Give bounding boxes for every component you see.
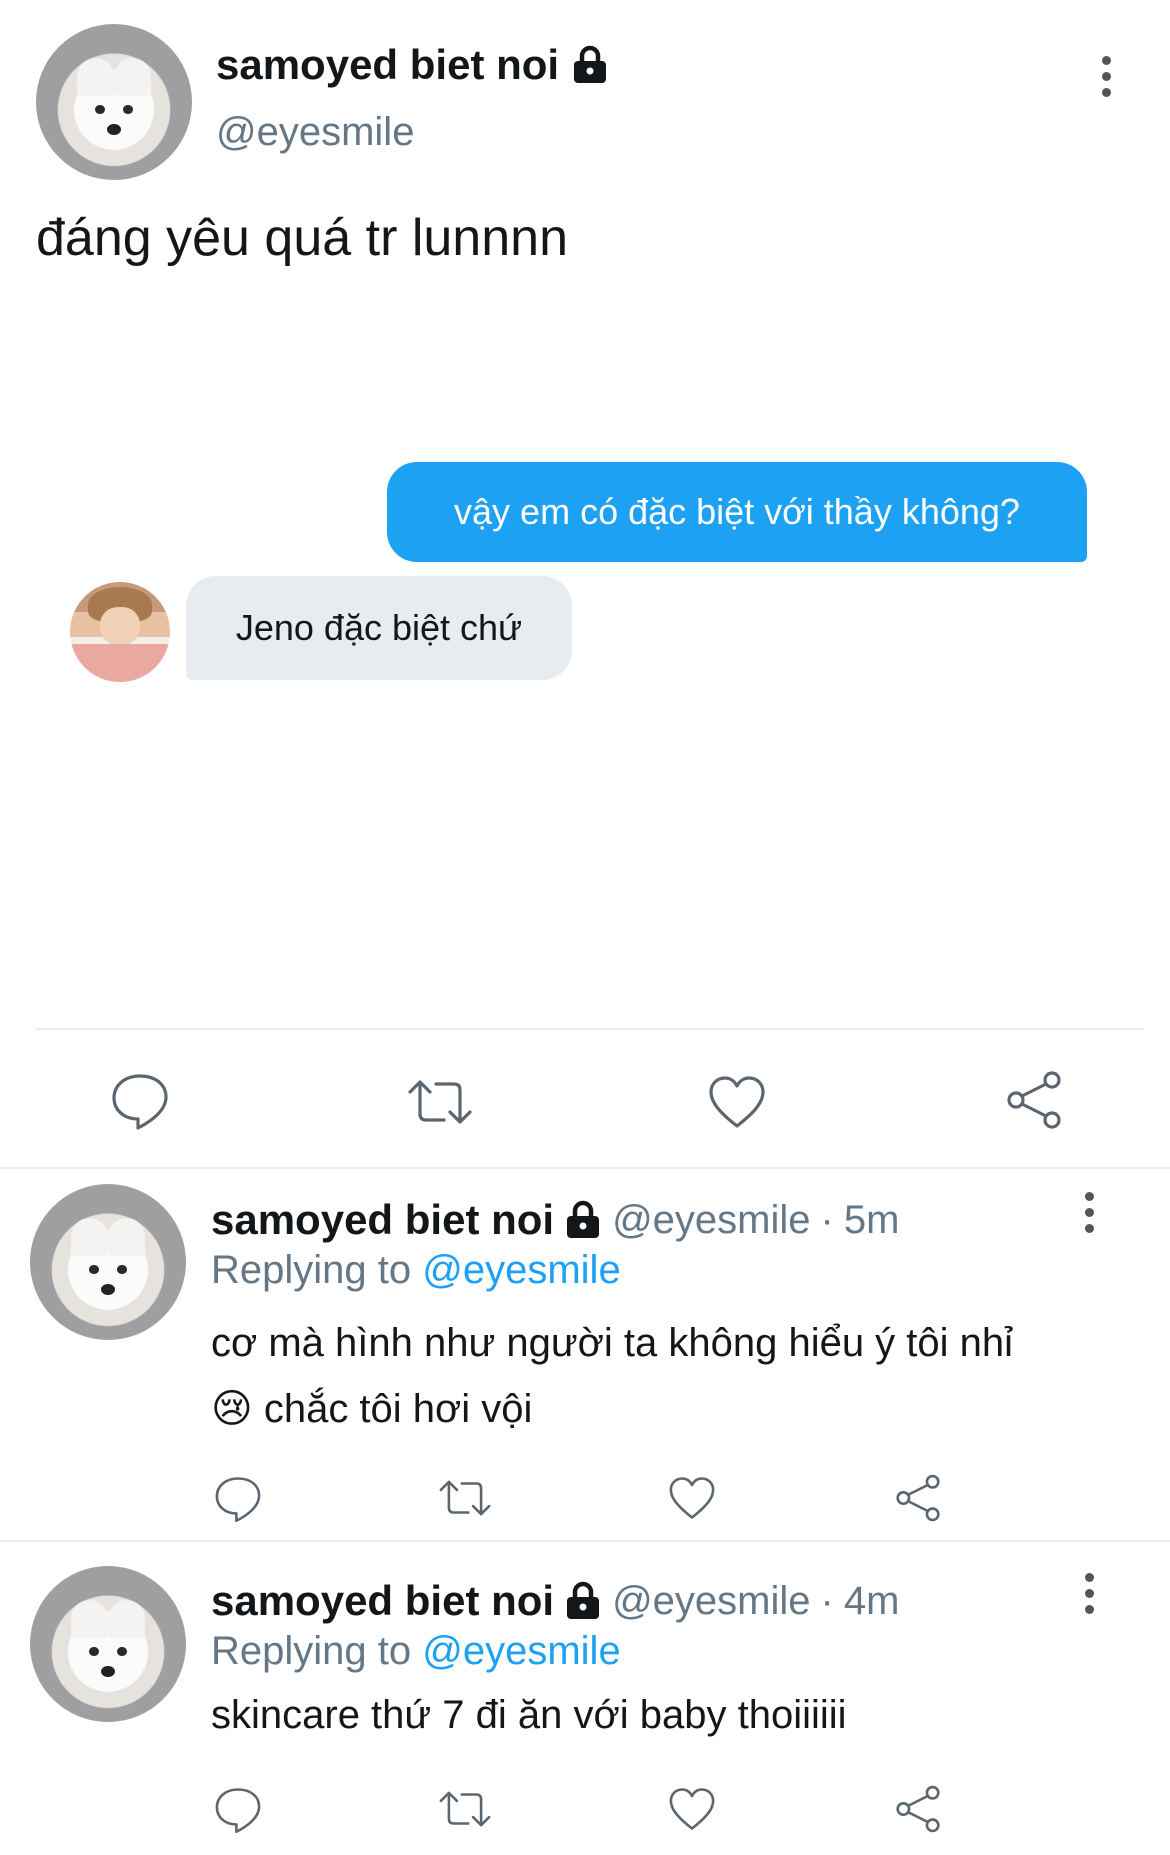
lock-icon	[574, 45, 607, 83]
reply-icon[interactable]	[108, 1068, 172, 1132]
replying-to-handle[interactable]: @eyesmile	[422, 1248, 620, 1292]
avatar-dog-eye	[89, 1647, 99, 1657]
reply-text-continuation: chắc tôi hơi vội	[263, 1387, 533, 1431]
avatar-dog-eye	[95, 105, 105, 115]
timestamp[interactable]: 5m	[844, 1198, 900, 1243]
received-message-text: Jeno đặc biệt chứ	[235, 607, 523, 648]
more-options-icon[interactable]	[1101, 56, 1111, 97]
retweet-icon[interactable]	[436, 1783, 494, 1835]
lock-icon	[567, 1581, 600, 1619]
reply-header: samoyed biet noi @eyesmile · 4m	[211, 1573, 899, 1629]
replying-to-handle[interactable]: @eyesmile	[422, 1629, 620, 1673]
chat-contact-avatar	[70, 582, 170, 682]
share-icon[interactable]	[1002, 1068, 1066, 1132]
user-handle[interactable]: @eyesmile	[612, 1579, 810, 1624]
avatar-dog-eye	[117, 1265, 127, 1275]
avatar-dog-ear	[108, 1600, 146, 1638]
main-tweet: samoyed biet noi @eyesmile đáng yêu quá …	[0, 0, 1170, 1165]
display-name[interactable]: samoyed biet noi	[216, 41, 559, 89]
chat-avatar-face	[100, 607, 140, 645]
retweet-icon[interactable]	[404, 1070, 476, 1134]
user-name-row[interactable]: samoyed biet noi	[216, 40, 609, 90]
sent-message-text: vậy em có đặc biệt với thầy không?	[454, 491, 1020, 532]
divider	[36, 1028, 1144, 1030]
avatar-dog-eye	[117, 1647, 127, 1657]
avatar-dog-eye	[123, 105, 133, 115]
share-icon[interactable]	[892, 1472, 944, 1524]
display-name[interactable]: samoyed biet noi	[211, 1577, 554, 1625]
share-icon[interactable]	[892, 1783, 944, 1835]
reply-tweet[interactable]: samoyed biet noi @eyesmile · 4m Replying…	[0, 1543, 1170, 1855]
sent-message-bubble: vậy em có đặc biệt với thầy không?	[387, 462, 1087, 562]
chat-avatar-shirt	[70, 644, 170, 682]
reply-icon[interactable]	[212, 1783, 264, 1835]
reply-header: samoyed biet noi @eyesmile · 5m	[211, 1192, 899, 1248]
crying-face-emoji: 😢	[211, 1387, 253, 1431]
reply-text: cơ mà hình như người ta không hiểu ý tôi…	[211, 1310, 1013, 1442]
reply-icon[interactable]	[212, 1472, 264, 1524]
avatar-dog-eye	[89, 1265, 99, 1275]
timestamp[interactable]: 4m	[844, 1579, 900, 1624]
avatar-dog-nose	[100, 1283, 115, 1295]
retweet-icon[interactable]	[436, 1472, 494, 1524]
replying-to-line: Replying to @eyesmile	[211, 1629, 621, 1674]
separator-dot: ·	[820, 1578, 834, 1623]
avatar[interactable]	[30, 1184, 186, 1340]
avatar-dog-ear	[70, 1600, 108, 1638]
tweet-text: đáng yêu quá tr lunnnn	[36, 209, 568, 267]
avatar-dog-ear	[108, 1218, 146, 1256]
reply-text-line: 😢 chắc tôi hơi vội	[211, 1376, 1013, 1442]
like-icon[interactable]	[666, 1783, 718, 1835]
divider	[0, 1540, 1170, 1542]
tweet-media-chat-screenshot[interactable]: vậy em có đặc biệt với thầy không? Jeno …	[36, 320, 1136, 1020]
avatar[interactable]	[36, 24, 192, 180]
avatar-dog-ear	[114, 58, 152, 96]
user-handle[interactable]: @eyesmile	[216, 110, 414, 155]
more-options-icon[interactable]	[1084, 1573, 1094, 1614]
replying-to-label: Replying to	[211, 1629, 412, 1673]
separator-dot: ·	[820, 1197, 834, 1242]
avatar-dog-nose	[100, 1665, 115, 1677]
like-icon[interactable]	[705, 1070, 769, 1134]
reply-text-line: cơ mà hình như người ta không hiểu ý tôi…	[211, 1321, 1014, 1365]
avatar-dog-ear	[70, 1218, 108, 1256]
reply-tweet[interactable]: samoyed biet noi @eyesmile · 5m Replying…	[0, 1170, 1170, 1540]
avatar-dog-nose	[106, 123, 121, 135]
display-name[interactable]: samoyed biet noi	[211, 1196, 554, 1244]
replying-to-line: Replying to @eyesmile	[211, 1248, 621, 1293]
like-icon[interactable]	[666, 1472, 718, 1524]
user-handle[interactable]: @eyesmile	[612, 1198, 810, 1243]
avatar-dog-ear	[76, 58, 114, 96]
lock-icon	[567, 1200, 600, 1238]
reply-text: skincare thứ 7 đi ăn với baby thoiiiiii	[211, 1693, 847, 1737]
divider	[0, 1167, 1170, 1169]
received-message-bubble: Jeno đặc biệt chứ	[186, 576, 572, 680]
more-options-icon[interactable]	[1084, 1192, 1094, 1233]
replying-to-label: Replying to	[211, 1248, 412, 1292]
avatar[interactable]	[30, 1566, 186, 1722]
